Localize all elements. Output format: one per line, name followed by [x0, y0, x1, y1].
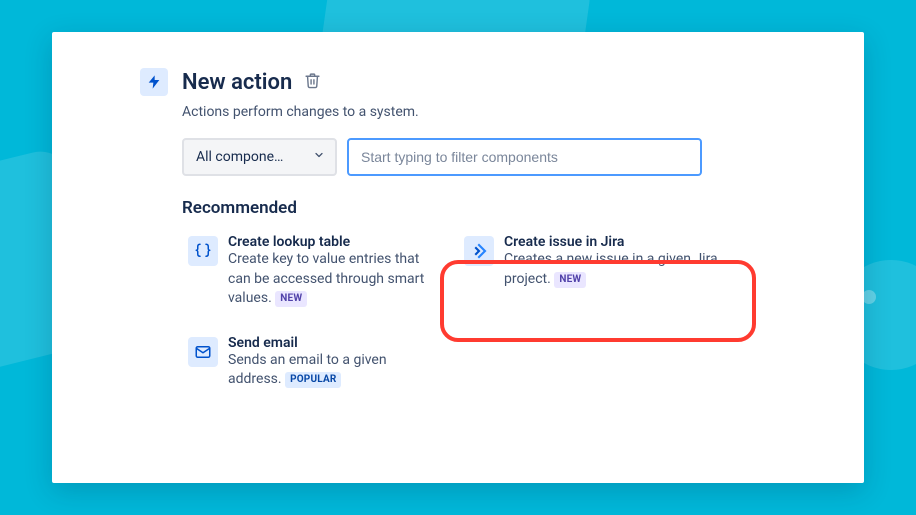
component-scope-select[interactable]: All compone… [182, 138, 337, 176]
section-heading-recommended: Recommended [182, 198, 816, 218]
item-body: Create issue in Jira Creates a new issue… [504, 234, 722, 289]
item-description: Create key to value entries that can be … [228, 250, 426, 309]
select-label: All compone… [196, 149, 283, 165]
new-badge: NEW [275, 291, 307, 307]
panel-subtitle: Actions perform changes to a system. [182, 104, 816, 120]
background-shape [862, 290, 876, 304]
item-title: Create lookup table [228, 234, 426, 250]
item-body: Send email Sends an email to a given add… [228, 335, 426, 390]
item-title: Send email [228, 335, 426, 351]
item-description: Sends an email to a given address. POPUL… [228, 351, 426, 390]
new-action-panel: New action Actions perform changes to a … [52, 32, 864, 483]
item-description: Creates a new issue in a given Jira proj… [504, 250, 722, 289]
item-desc-text: Create key to value entries that can be … [228, 251, 424, 306]
bolt-icon [140, 68, 168, 96]
action-create-lookup-table[interactable]: Create lookup table Create key to value … [182, 230, 432, 313]
delete-button[interactable] [304, 72, 321, 93]
page-title: New action [182, 70, 292, 95]
panel-header: New action [140, 68, 816, 96]
filter-input[interactable] [347, 138, 702, 176]
item-body: Create lookup table Create key to value … [228, 234, 426, 309]
jira-icon [464, 236, 494, 266]
braces-icon [188, 236, 218, 266]
item-title: Create issue in Jira [504, 234, 722, 250]
filter-controls: All compone… [182, 138, 816, 176]
mail-icon [188, 337, 218, 367]
item-desc-text: Creates a new issue in a given Jira proj… [504, 251, 718, 287]
recommended-grid: Create lookup table Create key to value … [182, 230, 816, 394]
action-create-issue-jira[interactable]: Create issue in Jira Creates a new issue… [458, 230, 728, 293]
new-badge: NEW [554, 272, 586, 288]
popular-badge: POPULAR [285, 372, 341, 388]
action-send-email[interactable]: Send email Sends an email to a given add… [182, 331, 432, 394]
chevron-down-icon [313, 149, 325, 165]
